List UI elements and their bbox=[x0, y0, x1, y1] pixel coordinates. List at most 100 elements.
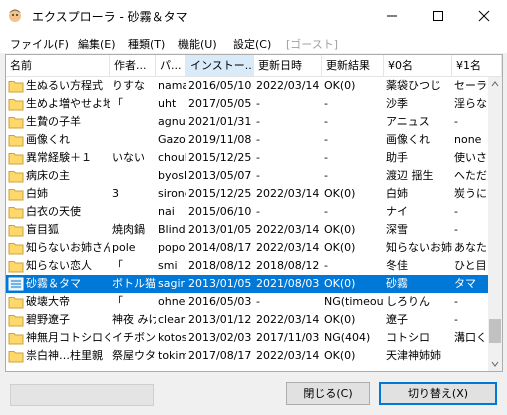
cell-path: sagiri bbox=[158, 277, 186, 290]
switch-button[interactable]: 切り替え(X) bbox=[379, 382, 497, 405]
maximize-icon bbox=[433, 11, 443, 21]
table-row[interactable]: 生めよ増やせよ地「uht 2017/05/05- - 沙季 淫らな bbox=[6, 95, 488, 113]
table-row[interactable]: 知らないお姉さんpole popop2014/08/17 2022/03/14 OK(… bbox=[6, 239, 488, 257]
cell-install-date: 2013/01/12 bbox=[188, 313, 252, 326]
cell-path: choul bbox=[158, 151, 186, 164]
column-header-update-result[interactable]: 更新結果 bbox=[322, 55, 384, 76]
maximize-button[interactable] bbox=[415, 0, 461, 31]
cell-author: りすな bbox=[112, 79, 145, 92]
column-header-update-date[interactable]: 更新日時 bbox=[254, 55, 322, 76]
cell-name0: 画像くれ bbox=[386, 133, 430, 146]
cell-name: 異常経験＋１ bbox=[26, 151, 92, 164]
cell-name1: 淫らな bbox=[454, 97, 487, 110]
cell-install-date: 2014/08/17 bbox=[188, 241, 252, 254]
cell-install-date: 2015/12/25 bbox=[188, 187, 252, 200]
cell-name: 画像くれ bbox=[26, 133, 70, 146]
table-row[interactable]: 白衣の天使 nai 2015/06/10- - ナイ - bbox=[6, 203, 488, 221]
cell-install-date: 2015/06/10 bbox=[188, 205, 252, 218]
cell-author: 神夜 みけ bbox=[112, 313, 156, 326]
column-header-name[interactable]: 名前 bbox=[6, 55, 110, 76]
cell-name0: 渡辺 揺生 bbox=[386, 169, 434, 182]
cell-update-result: OK(0) bbox=[324, 313, 356, 326]
menu-bar: ファイル(F) 編集(E) 種類(T) 機能(U) 設定(C) [ゴースト] bbox=[0, 31, 507, 53]
menu-type[interactable]: 種類(T) bbox=[128, 36, 165, 52]
scroll-thumb[interactable] bbox=[489, 319, 501, 343]
cell-author: 祭屋ウタ bbox=[112, 349, 156, 362]
close-window-button[interactable] bbox=[461, 0, 507, 31]
vertical-scrollbar[interactable] bbox=[488, 77, 502, 371]
table-row[interactable]: 生贄の子羊agnus2021/01/31--アニュス- bbox=[6, 113, 488, 131]
table-row[interactable]: 知らない恋人「smi 2018/08/12 2018/08/12- 冬佳 ひと目 bbox=[6, 257, 488, 275]
cell-update-result: NG(404) bbox=[324, 331, 371, 344]
cell-update-result: - bbox=[324, 115, 328, 128]
cell-name: 白衣の天使 bbox=[26, 205, 81, 218]
table-row[interactable]: 祟白神…柱里親祭屋ウタtokimo2017/08/17 2022/03/14 OK(… bbox=[6, 347, 488, 365]
table-row[interactable]: 白姉 3 sirone2015/12/25 2022/03/14 OK(0) 白姉 炭うに bbox=[6, 185, 488, 203]
cell-name0: 助手 bbox=[386, 151, 408, 164]
column-header-path[interactable]: パ... bbox=[156, 55, 186, 76]
cell-path: tokimo bbox=[158, 349, 186, 362]
cell-name0: しろりん bbox=[386, 295, 430, 308]
menu-function[interactable]: 機能(U) bbox=[178, 36, 217, 52]
cell-author bbox=[110, 167, 156, 185]
cell-update-result: - bbox=[324, 151, 328, 164]
cell-author: 焼肉鍋 bbox=[112, 223, 145, 236]
cell-update-result: - bbox=[324, 133, 328, 146]
table-row[interactable]: 生ぬるい方程式りすな nama2016/05/10 2022/03/14 OK(0) 薬… bbox=[6, 77, 488, 95]
cell-name1: - bbox=[454, 115, 458, 128]
menu-file[interactable]: ファイル(F) bbox=[10, 36, 69, 52]
cell-install-date: 2018/08/12 bbox=[188, 259, 252, 272]
cell-name0: 砂霧 bbox=[386, 277, 408, 290]
table-row[interactable]: 破壊大帝「ohne2016/05/03-NG(timeout)しろりん- bbox=[6, 293, 488, 311]
cell-name: 生贄の子羊 bbox=[26, 115, 81, 128]
cell-name1: あなた bbox=[454, 241, 487, 254]
cell-name1: - bbox=[454, 205, 458, 218]
cell-author: 「 bbox=[112, 295, 123, 308]
list-rows: 生ぬるい方程式りすな nama2016/05/10 2022/03/14 OK(0) 薬… bbox=[6, 77, 488, 371]
menu-settings[interactable]: 設定(C) bbox=[233, 36, 271, 52]
column-header-author[interactable]: 作者... bbox=[110, 55, 156, 76]
cell-path: Gazou bbox=[158, 133, 186, 146]
cell-name1: - bbox=[454, 223, 458, 236]
cell-update-result: - bbox=[324, 97, 328, 110]
cell-update-date: - bbox=[256, 115, 260, 128]
cell-update-date: - bbox=[256, 205, 260, 218]
cell-author bbox=[110, 131, 156, 149]
table-row[interactable]: 碧野遼子 神夜 みけ clear 2013/01/12 2022/03/14 OK(0) 遼… bbox=[6, 311, 488, 329]
cell-name0: アニュス bbox=[386, 115, 430, 128]
cell-update-date: 2022/03/14 bbox=[256, 223, 320, 236]
cell-name0: 薬袋ひつじ bbox=[386, 79, 441, 92]
column-header-name0[interactable]: ¥0名 bbox=[384, 55, 452, 76]
minimize-button[interactable] bbox=[369, 0, 415, 31]
table-row-selected[interactable]: 砂霧＆タマ ボトル猫 sagiri 2013/01/05 2021/08/03 OK(0)… bbox=[6, 275, 488, 293]
column-header-install-date[interactable]: インストー... bbox=[186, 55, 254, 76]
scroll-down-icon bbox=[491, 361, 499, 367]
cell-update-date: - bbox=[256, 151, 260, 164]
cell-install-date: 2015/12/25 bbox=[188, 151, 252, 164]
cell-update-date: 2017/11/03 bbox=[256, 331, 320, 344]
cell-name0: 遼子 bbox=[386, 313, 408, 326]
cell-install-date: 2013/02/03 bbox=[188, 331, 252, 344]
column-header-name1[interactable]: ¥1名 bbox=[452, 55, 502, 76]
table-row[interactable]: 神無月コトシロくんとイチボンkotos2013/02/03 2017/11/03 N… bbox=[6, 329, 488, 347]
ghost-list[interactable]: 名前 作者... パ... インストー... 更新日時 更新結果 ¥0名 ¥1名… bbox=[5, 54, 503, 372]
cell-path: sirone bbox=[158, 187, 186, 200]
close-button[interactable]: 閉じる(C) bbox=[286, 382, 370, 405]
table-row[interactable]: 病床の主byosh2013/05/07--渡辺 揺生へただ bbox=[6, 167, 488, 185]
menu-ghost: [ゴースト] bbox=[286, 38, 339, 51]
menu-edit[interactable]: 編集(E) bbox=[78, 36, 116, 52]
table-row[interactable]: 異常経験＋１ いない choul 2015/12/25- - 助手 使いさ bbox=[6, 149, 488, 167]
cell-name1: へただ bbox=[454, 169, 487, 182]
table-row[interactable]: 画像くれGazou2019/11/08--画像くれnone bbox=[6, 131, 488, 149]
cell-author: いない bbox=[112, 151, 145, 164]
app-icon bbox=[9, 9, 21, 22]
cell-update-result: - bbox=[324, 205, 328, 218]
table-row[interactable]: 盲目狐 焼肉鍋 Blind 2013/01/05 2022/03/14 OK(0) 深雪 - bbox=[6, 221, 488, 239]
scroll-up-button[interactable] bbox=[488, 77, 502, 91]
cell-update-date: 2022/03/14 bbox=[256, 349, 320, 362]
scroll-down-button[interactable] bbox=[488, 357, 502, 371]
title-bar[interactable]: エクスプローラ - 砂霧＆タマ bbox=[0, 0, 507, 31]
cell-update-date: - bbox=[256, 133, 260, 146]
cell-author: 「 bbox=[112, 259, 123, 272]
cell-update-result: OK(0) bbox=[324, 223, 356, 236]
